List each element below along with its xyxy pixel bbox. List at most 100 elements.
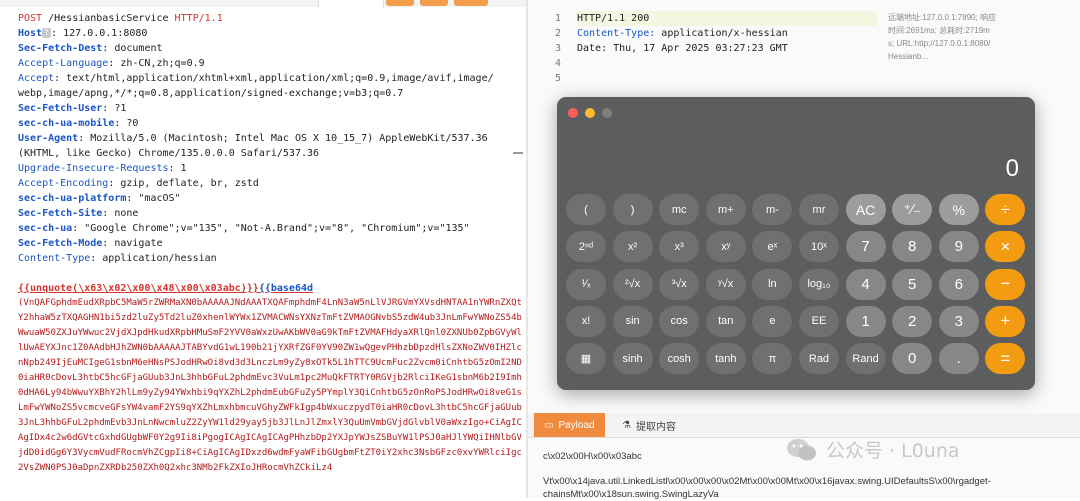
toolbar-button[interactable] [454, 0, 488, 6]
calc-key[interactable]: 2 [892, 305, 933, 337]
response-line: 5 [555, 73, 562, 84]
calc-key[interactable]: x² [612, 231, 653, 263]
toolbar-button[interactable] [386, 0, 414, 6]
bottom-tab-bar: ▭ Payload ⚗ 提取内容 [528, 413, 1080, 438]
header-line: Sec-Fetch-Mode: navigate [18, 238, 163, 249]
calc-key[interactable]: ²√x [612, 268, 653, 300]
response-line: 3 Date: Thu, 17 Apr 2025 03:27:23 GMT [555, 43, 788, 54]
calc-key[interactable]: cos [659, 305, 700, 337]
calc-key[interactable]: = [985, 343, 1026, 375]
calculator-display: 0 [1005, 155, 1019, 182]
header-line: Sec-Fetch-Site: none [18, 208, 139, 219]
calc-key[interactable]: m- [752, 194, 793, 225]
calc-key[interactable]: × [985, 231, 1026, 263]
header-line: Host?: 127.0.0.1:8080 [18, 28, 148, 39]
calc-key[interactable]: 1 [845, 305, 886, 337]
calc-key[interactable]: − [985, 268, 1026, 300]
calc-key[interactable]: ln [752, 268, 793, 300]
calc-key[interactable]: 0 [892, 343, 933, 375]
wechat-icon [786, 437, 818, 463]
calc-key[interactable]: cosh [659, 343, 700, 375]
calc-key[interactable]: x! [566, 305, 606, 337]
calc-key[interactable]: m+ [705, 194, 746, 225]
header-line: Accept-Encoding: gzip, deflate, br, zstd [18, 178, 259, 189]
request-panel: POST /HessianbasicService HTTP/1.1 Host?:… [0, 7, 526, 498]
header-line: webp,image/apng,*/*;q=0.8,application/si… [18, 88, 404, 99]
request-editor[interactable]: POST /HessianbasicService HTTP/1.1 Host?:… [18, 11, 494, 296]
meta-line: 远端地址:127.0.0.1:7890; 响应 [888, 13, 997, 22]
response-editor[interactable]: 1 HTTP/1.1 200 2 Content-Type: application/… [555, 11, 877, 86]
watermark: 公众号 · L0una [786, 436, 960, 463]
calc-key[interactable]: 2ⁿᵈ [566, 231, 606, 263]
request-line: POST /HessianbasicService HTTP/1.1 [18, 13, 223, 24]
calc-key[interactable]: mc [659, 194, 700, 225]
header-line: (KHTML, like Gecko) Chrome/135.0.0.0 Saf… [18, 148, 320, 159]
output-line: chainsMt\x00\x18sun.swing.SwingLazyVa [543, 489, 719, 500]
calc-key[interactable]: 9 [938, 231, 979, 263]
calc-key[interactable]: . [938, 343, 979, 375]
calc-key[interactable]: ¹∕ₓ [566, 268, 606, 300]
calc-key[interactable]: ▦ [566, 343, 606, 375]
calc-key[interactable]: 8 [892, 231, 933, 263]
calculator-window: 0 () mc m+ m-mr AC ⁺∕₋% ÷ 2ⁿᵈ x² x³ xʸ eˣ 10ˣ 7 8 9 × ¹∕ₓ… [557, 97, 1035, 390]
calc-key[interactable]: % [938, 194, 979, 225]
header-line: Content-Type: application/hessian [18, 253, 217, 264]
tab-payload-label: Payload [558, 419, 595, 431]
calc-key[interactable]: xʸ [705, 231, 746, 263]
calc-key[interactable]: 4 [845, 268, 886, 300]
calc-key[interactable]: ( [566, 194, 606, 225]
calc-key[interactable]: EE [798, 305, 839, 337]
response-line: 2 Content-Type: application/x-hessian [555, 28, 788, 39]
header-line: Sec-Fetch-Dest: document [18, 43, 163, 54]
calc-key[interactable]: + [985, 305, 1026, 337]
calc-key[interactable]: 6 [938, 268, 979, 300]
calc-key[interactable]: Rad [798, 343, 839, 375]
calc-key[interactable]: x³ [659, 231, 700, 263]
tab-payload[interactable]: ▭ Payload [534, 413, 605, 437]
calc-key[interactable]: eˣ [752, 231, 793, 263]
header-line: Upgrade-Insecure-Requests: 1 [18, 163, 187, 174]
calc-key[interactable]: 3 [938, 305, 979, 337]
tab-extract[interactable]: ⚗ 提取内容 [612, 413, 686, 437]
calc-key[interactable]: π [752, 343, 793, 375]
calc-key[interactable]: 7 [845, 231, 886, 263]
header-line: Accept-Language: zh-CN,zh;q=0.9 [18, 58, 205, 69]
watermark-text: 公众号 · L0una [826, 440, 960, 462]
close-icon[interactable] [568, 108, 578, 118]
output-line: Vt\x00\x14java.util.LinkedListl\x00\x00\… [543, 476, 991, 487]
zoom-icon[interactable] [602, 108, 612, 118]
header-line: sec-ch-ua-platform: "macOS" [18, 193, 181, 204]
calculator-keypad: () mc m+ m-mr AC ⁺∕₋% ÷ 2ⁿᵈ x² x³ xʸ eˣ 10ˣ 7 8 9 × ¹∕ₓ ²√… [566, 194, 1026, 375]
header-line: sec-ch-ua: "Google Chrome";v="135", "Not… [18, 223, 470, 234]
calc-key[interactable]: Rand [845, 343, 886, 375]
calc-key[interactable]: sinh [612, 343, 653, 375]
calc-key[interactable]: mr [798, 194, 839, 225]
minimize-icon[interactable] [585, 108, 595, 118]
calc-key[interactable]: 5 [892, 268, 933, 300]
tab-extract-label: 提取内容 [635, 421, 676, 433]
calc-key[interactable]: e [752, 305, 793, 337]
template-line: {{unquote(\x63\x02\x00\x48\x00\x03abc)}}… [18, 283, 314, 294]
calc-key[interactable]: ) [612, 194, 653, 225]
splitter-grip[interactable] [513, 152, 523, 154]
calc-key[interactable]: log₁₀ [798, 268, 839, 300]
header-line: Accept: text/html,application/xhtml+xml,… [18, 73, 494, 84]
flask-icon: ⚗ [622, 419, 631, 431]
toolbar-field[interactable] [318, 0, 384, 7]
header-line: User-Agent: Mozilla/5.0 (Macintosh; Inte… [18, 133, 488, 144]
response-line: 1 HTTP/1.1 200 [555, 11, 877, 26]
calc-key[interactable]: tanh [705, 343, 746, 375]
meta-line: Hessianb... [888, 52, 929, 61]
calc-key[interactable]: tan [705, 305, 746, 337]
calc-key[interactable]: ʸ√x [705, 268, 746, 300]
document-icon: ▭ [544, 419, 554, 431]
calc-key[interactable]: 10ˣ [798, 231, 839, 263]
toolbar-button[interactable] [420, 0, 448, 6]
calc-key[interactable]: ³√x [659, 268, 700, 300]
calc-key[interactable]: ⁺∕₋ [892, 194, 933, 225]
calc-key[interactable]: sin [612, 305, 653, 337]
header-line: sec-ch-ua-mobile: ?0 [18, 118, 139, 129]
calc-key[interactable]: AC [845, 194, 886, 225]
response-line: 4 [555, 58, 562, 69]
calc-key[interactable]: ÷ [985, 194, 1026, 225]
